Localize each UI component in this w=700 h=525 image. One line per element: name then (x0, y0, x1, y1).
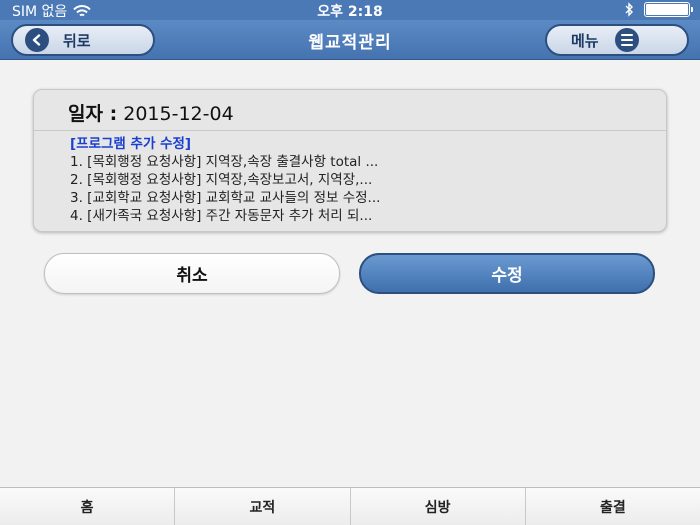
cancel-button[interactable]: 취소 (44, 253, 340, 294)
status-time: 오후 2:18 (317, 4, 383, 20)
tab-home[interactable]: 홈 (0, 488, 174, 525)
date-row: 일자 : 2015-12-04 (34, 90, 666, 131)
date-label: 일자 : (68, 103, 118, 125)
nav-bar: 뒤로 웹교적관리 메뉴 (0, 20, 700, 60)
battery-icon (644, 2, 693, 17)
hamburger-icon (614, 28, 639, 52)
wifi-icon (73, 4, 92, 18)
list-item: 4. [새가족국 요청사항] 주간 자동문자 추가 처리 되... (70, 208, 373, 224)
list-item: 3. [교회학교 요청사항] 교회학교 교사들의 정보 수정... (70, 190, 381, 206)
list-item: 2. [목회행정 요청사항] 지역장,속장보고서, 지역장,... (70, 172, 373, 188)
tab-bar: 홈 교적 심방 출결 (0, 487, 700, 525)
list-item: 1. [목회행정 요청사항] 지역장,속장 출결사항 total ... (70, 154, 379, 170)
content-heading: [프로그램 추가 수정] (70, 136, 192, 152)
menu-button[interactable]: 메뉴 (545, 24, 689, 56)
tab-membership[interactable]: 교적 (174, 488, 349, 525)
tab-attendance[interactable]: 출결 (524, 488, 700, 525)
status-bar: SIM 없음 오후 2:18 (0, 0, 700, 20)
date-value: 2015-12-04 (123, 103, 234, 125)
edit-button[interactable]: 수정 (359, 253, 655, 294)
tab-visitation[interactable]: 심방 (349, 488, 525, 525)
menu-button-label: 메뉴 (571, 31, 599, 50)
carrier-label: SIM 없음 (12, 4, 68, 20)
bluetooth-icon (625, 2, 634, 17)
carrier-group: SIM 없음 (12, 1, 92, 21)
detail-card: 일자 : 2015-12-04 [프로그램 추가 수정] 1. [목회행정 요청… (33, 89, 667, 232)
card-content: [프로그램 추가 수정] 1. [목회행정 요청사항] 지역장,속장 출결사항 … (34, 131, 666, 225)
status-right (625, 2, 693, 17)
battery-fill (646, 4, 688, 15)
